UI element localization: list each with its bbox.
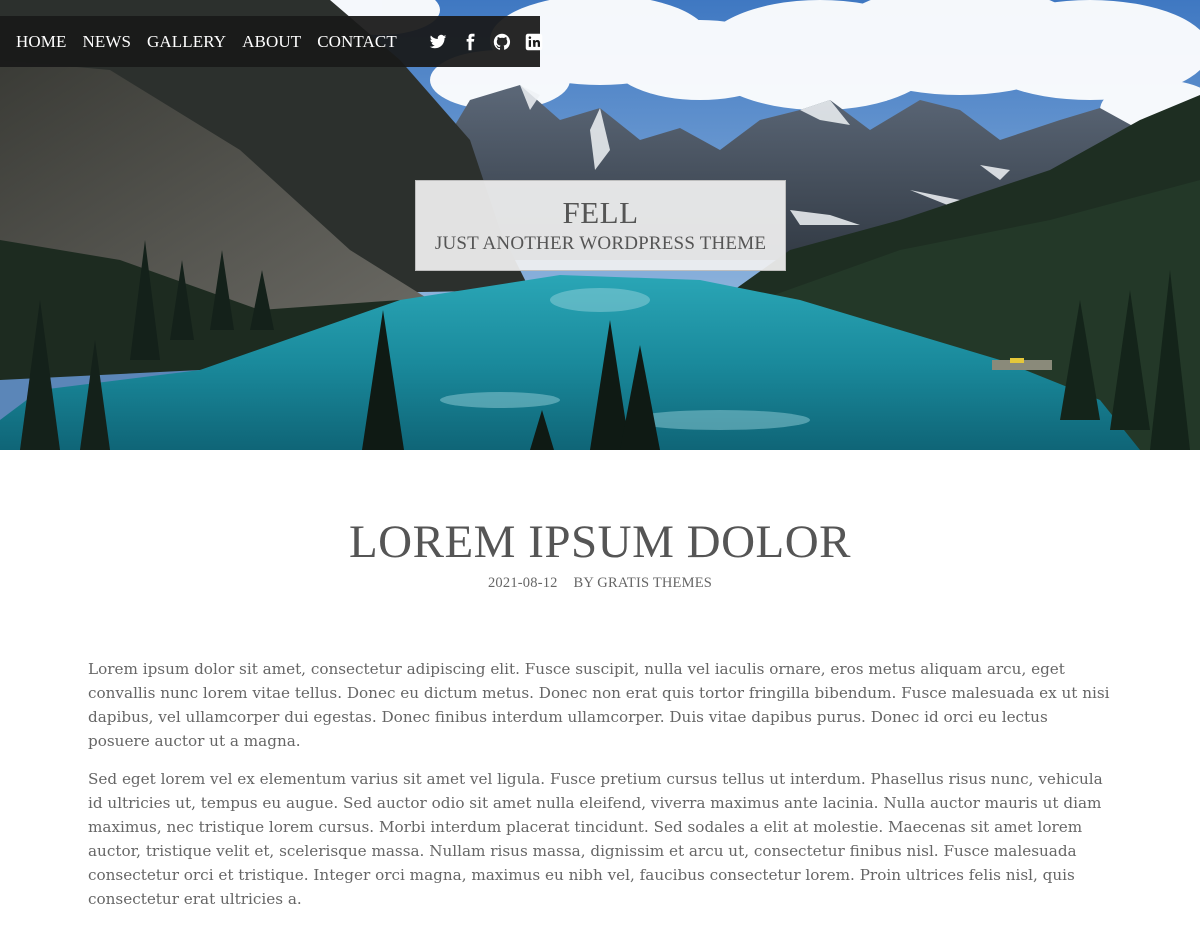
site-branding: FELL JUST ANOTHER WORDPRESS THEME [415,180,786,271]
post-title[interactable]: LOREM IPSUM DOLOR [0,513,1200,571]
post-date: 2021-08-12 [487,575,558,591]
nav-gallery-link[interactable]: GALLERY [147,32,226,52]
social-links [429,33,557,51]
nav-contact-link[interactable]: CONTACT [317,32,397,52]
linkedin-icon[interactable] [525,33,543,51]
main-navigation: HOME NEWS GALLERY ABOUT CONTACT [0,16,543,67]
post-author-link[interactable]: BY GRATIS THEMES [573,575,712,591]
github-icon[interactable] [493,33,511,51]
site-title[interactable]: FELL [416,195,785,231]
nav-about-link[interactable]: ABOUT [242,32,301,52]
post-meta: 2021-08-12 BY GRATIS THEMES [0,575,1200,592]
nav-home-link[interactable]: HOME [16,32,66,52]
post-content: Lorem ipsum dolor sit amet, consectetur … [88,657,1112,925]
post-paragraph: Lorem ipsum dolor sit amet, consectetur … [88,660,1110,750]
hero-header: HOME NEWS GALLERY ABOUT CONTACT FELL JUS… [0,0,1200,450]
site-description: JUST ANOTHER WORDPRESS THEME [434,233,767,254]
nav-news-link[interactable]: NEWS [82,32,131,52]
twitter-icon[interactable] [429,33,447,51]
post-paragraph: Sed eget lorem vel ex elementum varius s… [88,770,1103,908]
facebook-icon[interactable] [461,33,479,51]
